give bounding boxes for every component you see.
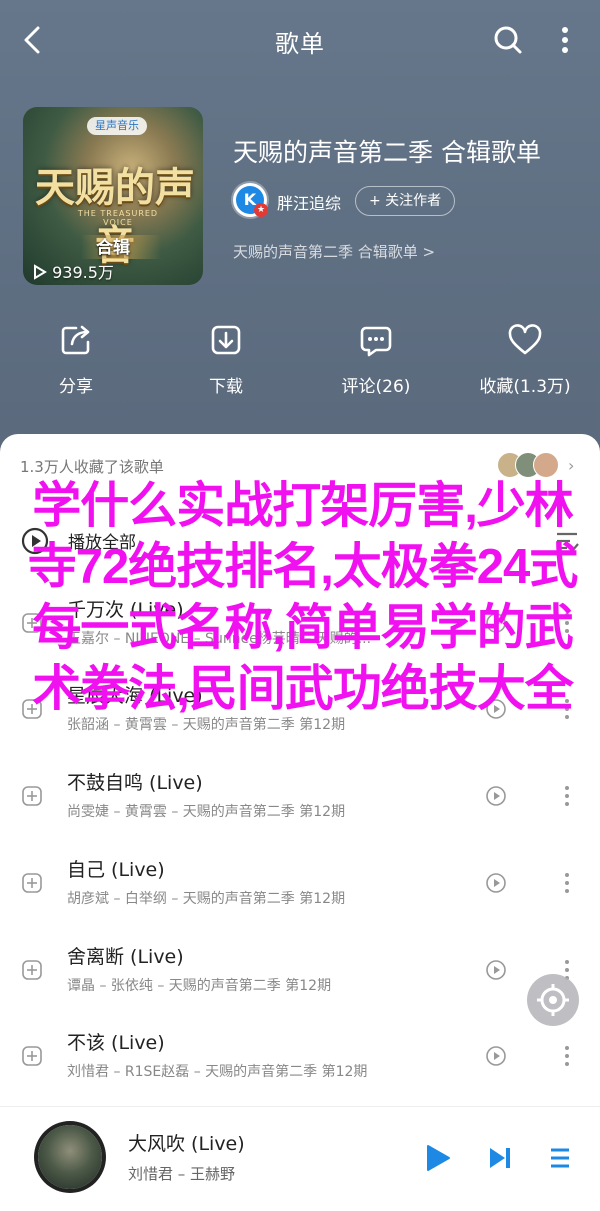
target-icon bbox=[537, 984, 569, 1016]
song-artists: 王嘉尔 – NINEONE – Sunnee杨芸晴 – 天赐的... bbox=[67, 631, 372, 647]
add-icon[interactable] bbox=[22, 873, 42, 893]
more-vertical-icon[interactable] bbox=[563, 611, 571, 635]
add-icon[interactable] bbox=[22, 960, 42, 980]
download-button[interactable]: 下载 bbox=[166, 322, 286, 397]
locate-current-button[interactable] bbox=[527, 974, 579, 1026]
play-outline-icon bbox=[34, 264, 47, 280]
song-row[interactable]: 星辰大海 (Live) 张韶涵 – 黄霄雲 – 天赐的声音第二季 第12期 bbox=[0, 665, 600, 751]
song-row[interactable]: 自己 (Live) 胡彦斌 – 白举纲 – 天赐的声音第二季 第12期 bbox=[0, 839, 600, 925]
chevron-right-icon[interactable]: › bbox=[568, 456, 574, 475]
song-title: 自己 (Live) bbox=[67, 859, 165, 881]
song-row[interactable]: 不鼓自鸣 (Live) 尚雯婕 – 黄霄雲 – 天赐的声音第二季 第12期 bbox=[0, 752, 600, 838]
cover-badge: 星声音乐 bbox=[87, 117, 147, 135]
song-title: 不鼓自鸣 (Live) bbox=[67, 772, 203, 794]
playlist-description[interactable]: 天赐的声音第二季 合辑歌单 > bbox=[233, 241, 435, 262]
now-playing-title: 大风吹 (Live) bbox=[128, 1133, 245, 1155]
song-row[interactable]: 千万次 (Live) 王嘉尔 – NINEONE – Sunnee杨芸晴 – 天… bbox=[0, 579, 600, 665]
song-row[interactable]: 不该 (Live) 刘惜君 – R1SE赵磊 – 天赐的声音第二季 第12期 bbox=[0, 1012, 600, 1098]
add-icon[interactable] bbox=[22, 613, 42, 633]
video-play-icon[interactable] bbox=[486, 613, 506, 633]
add-icon[interactable] bbox=[22, 699, 42, 719]
play-all-label: 播放全部 bbox=[68, 533, 136, 553]
more-vertical-icon[interactable] bbox=[550, 22, 580, 58]
collect-button[interactable]: 收藏(1.3万) bbox=[465, 322, 585, 397]
song-artists: 尚雯婕 – 黄霄雲 – 天赐的声音第二季 第12期 bbox=[67, 804, 346, 820]
collect-label: 收藏(1.3万) bbox=[479, 377, 571, 397]
share-button[interactable]: 分享 bbox=[16, 322, 136, 397]
collector-avatar bbox=[533, 452, 559, 478]
download-icon bbox=[211, 325, 241, 355]
share-label: 分享 bbox=[59, 377, 93, 397]
comment-label: 评论(26) bbox=[341, 377, 411, 397]
add-icon[interactable] bbox=[22, 1046, 42, 1066]
more-vertical-icon[interactable] bbox=[563, 784, 571, 808]
video-play-icon[interactable] bbox=[486, 960, 506, 980]
play-circle-icon bbox=[21, 527, 49, 555]
play-count: 939.5万 bbox=[33, 259, 114, 283]
more-vertical-icon[interactable] bbox=[563, 871, 571, 895]
download-label: 下载 bbox=[209, 377, 243, 397]
play-count-value: 939.5万 bbox=[52, 263, 114, 282]
mini-player[interactable]: 大风吹 (Live) 刘惜君 – 王赫野 bbox=[0, 1106, 600, 1211]
song-title: 不该 (Live) bbox=[67, 1032, 165, 1054]
comment-button[interactable]: 评论(26) bbox=[316, 322, 436, 397]
song-row[interactable]: 舍离断 (Live) 谭晶 – 张依纯 – 天赐的声音第二季 第12期 bbox=[0, 926, 600, 1012]
collector-avatars[interactable] bbox=[497, 452, 561, 478]
song-title: 舍离断 (Live) bbox=[67, 946, 184, 968]
follow-button[interactable]: + 关注作者 bbox=[355, 186, 456, 216]
video-play-icon[interactable] bbox=[486, 786, 506, 806]
more-vertical-icon[interactable] bbox=[563, 1044, 571, 1068]
verified-badge-icon: ★ bbox=[254, 203, 268, 217]
playlist-queue-icon[interactable] bbox=[547, 1145, 573, 1171]
now-playing-cover[interactable] bbox=[38, 1125, 102, 1189]
collectors-text[interactable]: 1.3万人收藏了该歌单 bbox=[20, 456, 164, 477]
multi-select-icon[interactable] bbox=[554, 528, 580, 554]
share-icon bbox=[61, 325, 90, 355]
creator-avatar[interactable]: K ★ bbox=[233, 183, 268, 217]
video-play-icon[interactable] bbox=[486, 699, 506, 719]
song-artists: 刘惜君 – R1SE赵磊 – 天赐的声音第二季 第12期 bbox=[67, 1064, 368, 1080]
playlist-title: 天赐的声音第二季 合辑歌单 bbox=[233, 138, 541, 167]
heart-icon bbox=[508, 324, 542, 355]
song-artists: 谭晶 – 张依纯 – 天赐的声音第二季 第12期 bbox=[67, 978, 332, 994]
song-artists: 胡彦斌 – 白举纲 – 天赐的声音第二季 第12期 bbox=[67, 891, 346, 907]
video-play-icon[interactable] bbox=[486, 1046, 506, 1066]
next-track-icon[interactable] bbox=[487, 1145, 513, 1171]
creator-name[interactable]: 胖汪追综 bbox=[277, 190, 341, 214]
cover-logo-subtitle: THE TREASURED VOICE bbox=[77, 209, 159, 227]
song-list-panel: 1.3万人收藏了该歌单 › 播放全部 千万次 (Live) 王嘉尔 – NINE… bbox=[0, 434, 600, 1210]
song-artists: 张韶涵 – 黄霄雲 – 天赐的声音第二季 第12期 bbox=[67, 717, 346, 733]
creator-row: K ★ 胖汪追综 + 关注作者 bbox=[233, 183, 593, 219]
top-bar: 歌单 bbox=[0, 0, 600, 80]
now-playing-artists: 刘惜君 – 王赫野 bbox=[128, 1165, 236, 1183]
video-play-icon[interactable] bbox=[486, 873, 506, 893]
song-title: 星辰大海 (Live) bbox=[67, 685, 203, 707]
play-all-row[interactable]: 播放全部 bbox=[20, 524, 580, 560]
playlist-cover[interactable]: 星声音乐 天赐的声音 THE TREASURED VOICE 合辑 939.5万 bbox=[23, 107, 203, 285]
add-icon[interactable] bbox=[22, 786, 42, 806]
comment-icon bbox=[360, 326, 392, 357]
search-icon[interactable] bbox=[490, 22, 526, 58]
more-vertical-icon[interactable] bbox=[563, 697, 571, 721]
play-icon[interactable] bbox=[424, 1143, 452, 1173]
action-bar: 分享 下载 评论(26) 收藏(1.3万) bbox=[0, 322, 600, 402]
cover-label: 合辑 bbox=[96, 238, 130, 258]
song-title: 千万次 (Live) bbox=[67, 599, 184, 621]
